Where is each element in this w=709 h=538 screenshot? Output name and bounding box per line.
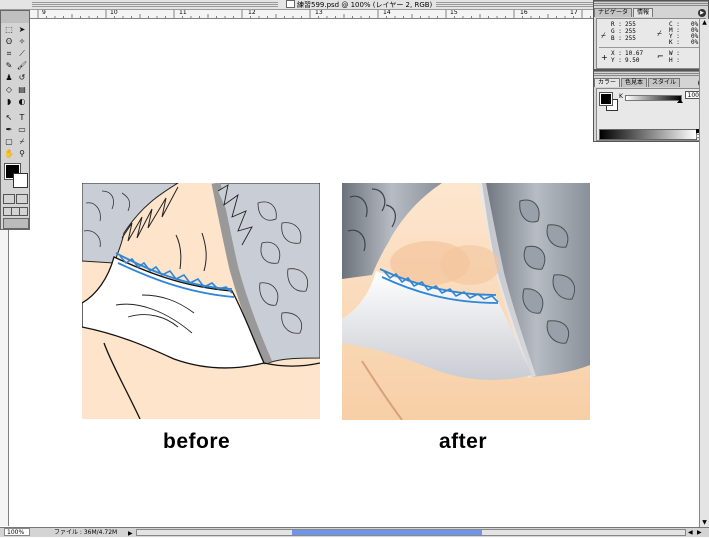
window-title: 練習599.psd @ 100% (レイヤー 2, RGB) [282,0,437,9]
blur-tool-icon[interactable]: ◗ [3,97,15,107]
eraser-tool-icon[interactable]: ◇ [3,85,15,95]
toolbox-header[interactable] [1,11,29,23]
info-value-y-coord: 9.50 [625,57,640,64]
quick-mask-icon[interactable] [16,194,28,204]
color-panel: カラー色見本スタイル ▶ K 100 [593,70,709,142]
info-label-k: K : [669,39,680,46]
toolbox-palette: ⬚ ➤ ʘ ✧ ⌗ ⟋ ✎ 🖌 ♟ ↺ ◇ ▤ ◗ ◐ ↖ T ✒ ▭ ▢ ⌿ … [0,10,30,230]
status-bar: 100% ファイル : 36M/4.72M ▶ ◀ ▶ [0,527,709,537]
info-value-k: 0% [691,39,699,46]
ruler-label: 9 [42,10,46,16]
zoom-tool-icon[interactable]: ⚲ [16,149,28,159]
ruler-label: 12 [248,10,256,16]
window-title-text: 練習599.psd @ 100% (レイヤー 2, RGB) [297,1,433,9]
k-slider-track[interactable] [625,95,682,101]
tab-swatches[interactable]: 色見本 [621,78,648,87]
history-brush-icon[interactable]: ↺ [16,73,28,83]
magic-wand-icon[interactable]: ✧ [16,37,28,47]
color-ramp[interactable] [599,129,697,140]
tab-navigator[interactable]: ナビゲータ [594,8,633,17]
zoom-level-field[interactable]: 100% [4,528,30,536]
tab-color[interactable]: カラー [594,78,621,87]
eyedropper-tool-icon[interactable]: ⌿ [16,137,28,147]
ruler-label: 17 [570,10,578,16]
info-label-y-coord: Y : [611,57,622,64]
eyedropper-icon: ⌿ [601,31,606,40]
ruler-label: 14 [383,10,391,16]
tab-styles[interactable]: スタイル [648,78,681,87]
lasso-tool-icon[interactable]: ʘ [3,37,15,47]
color-panel-titlebar[interactable] [594,71,708,77]
scroll-up-arrow-icon[interactable]: ▲ [701,19,708,26]
screen-mode-full-icon[interactable] [19,207,28,216]
selection-size-icon: ⌐ [657,52,664,61]
stamp-tool-icon[interactable]: ♟ [3,73,15,83]
after-caption: after [439,430,488,453]
k-slider-thumb[interactable] [677,99,683,103]
horizontal-scrollbar[interactable] [136,529,686,536]
info-label-h: H : [669,57,680,64]
file-info-text[interactable]: ファイル : 36M/4.72M [54,528,117,537]
ruler-label: 11 [179,10,187,16]
notes-tool-icon[interactable]: ▢ [3,137,15,147]
color-panel-tabs: カラー 色見本 スタイル [594,78,708,87]
info-panel: ナビゲータ 情報 ▶ ⌿ R : 255 G : 255 B : 255 ⌿ C … [593,0,709,70]
hand-tool-icon[interactable]: ✋ [3,149,15,159]
airbrush-tool-icon[interactable]: ✎ [3,61,15,71]
vertical-scrollbar[interactable]: ▲ ▼ [699,19,709,527]
info-divider [599,47,703,48]
info-panel-tabs: ナビゲータ 情報 [594,8,708,17]
slice-tool-icon[interactable]: ⟋ [16,49,28,59]
info-readout: ⌿ R : 255 G : 255 B : 255 ⌿ C : 0% M : 0… [596,18,706,69]
panel-menu-arrow-icon[interactable]: ▶ [698,9,706,17]
cmyk-eyedropper-icon: ⌿ [657,29,662,38]
after-illustration [342,183,590,420]
color-fg-swatch[interactable] [599,92,613,106]
shape-tool-icon[interactable]: ▭ [16,125,28,135]
info-label-b: B : [611,35,622,42]
before-caption: before [163,430,231,453]
pen-tool-icon[interactable]: ✒ [3,125,15,135]
path-select-icon[interactable]: ↖ [3,113,15,123]
move-tool-icon[interactable]: ➤ [16,25,28,35]
title-bar-stripes-left [32,2,278,7]
tab-info[interactable]: 情報 [633,8,654,17]
ruler-label: 15 [450,10,458,16]
crosshair-icon: + [601,53,608,62]
gradient-tool-icon[interactable]: ▤ [16,85,28,95]
info-panel-titlebar[interactable] [594,1,708,7]
scroll-right-arrow-icon[interactable]: ▶ [697,528,702,537]
color-panel-body: K 100 [596,88,706,141]
before-illustration [82,183,320,419]
jump-to-imageready-icon[interactable] [3,218,29,229]
type-tool-icon[interactable]: T [16,113,28,123]
crop-tool-icon[interactable]: ⌗ [3,49,15,59]
brush-tool-icon[interactable]: 🖌 [16,61,28,71]
horizontal-scroll-thumb[interactable] [292,530,482,535]
channel-label: K [619,93,623,100]
close-box-icon[interactable] [286,0,295,8]
background-color-swatch[interactable] [13,173,28,188]
marquee-tool-icon[interactable]: ⬚ [3,25,15,35]
scroll-left-arrow-icon[interactable]: ◀ [688,528,693,537]
ruler-label: 16 [520,10,528,16]
standard-mode-icon[interactable] [3,194,15,204]
ruler-label: 10 [110,10,118,16]
ruler-label: 13 [315,10,323,16]
dodge-tool-icon[interactable]: ◐ [16,97,28,107]
info-value-b: 255 [625,35,636,42]
scroll-down-arrow-icon[interactable]: ▼ [701,519,708,526]
